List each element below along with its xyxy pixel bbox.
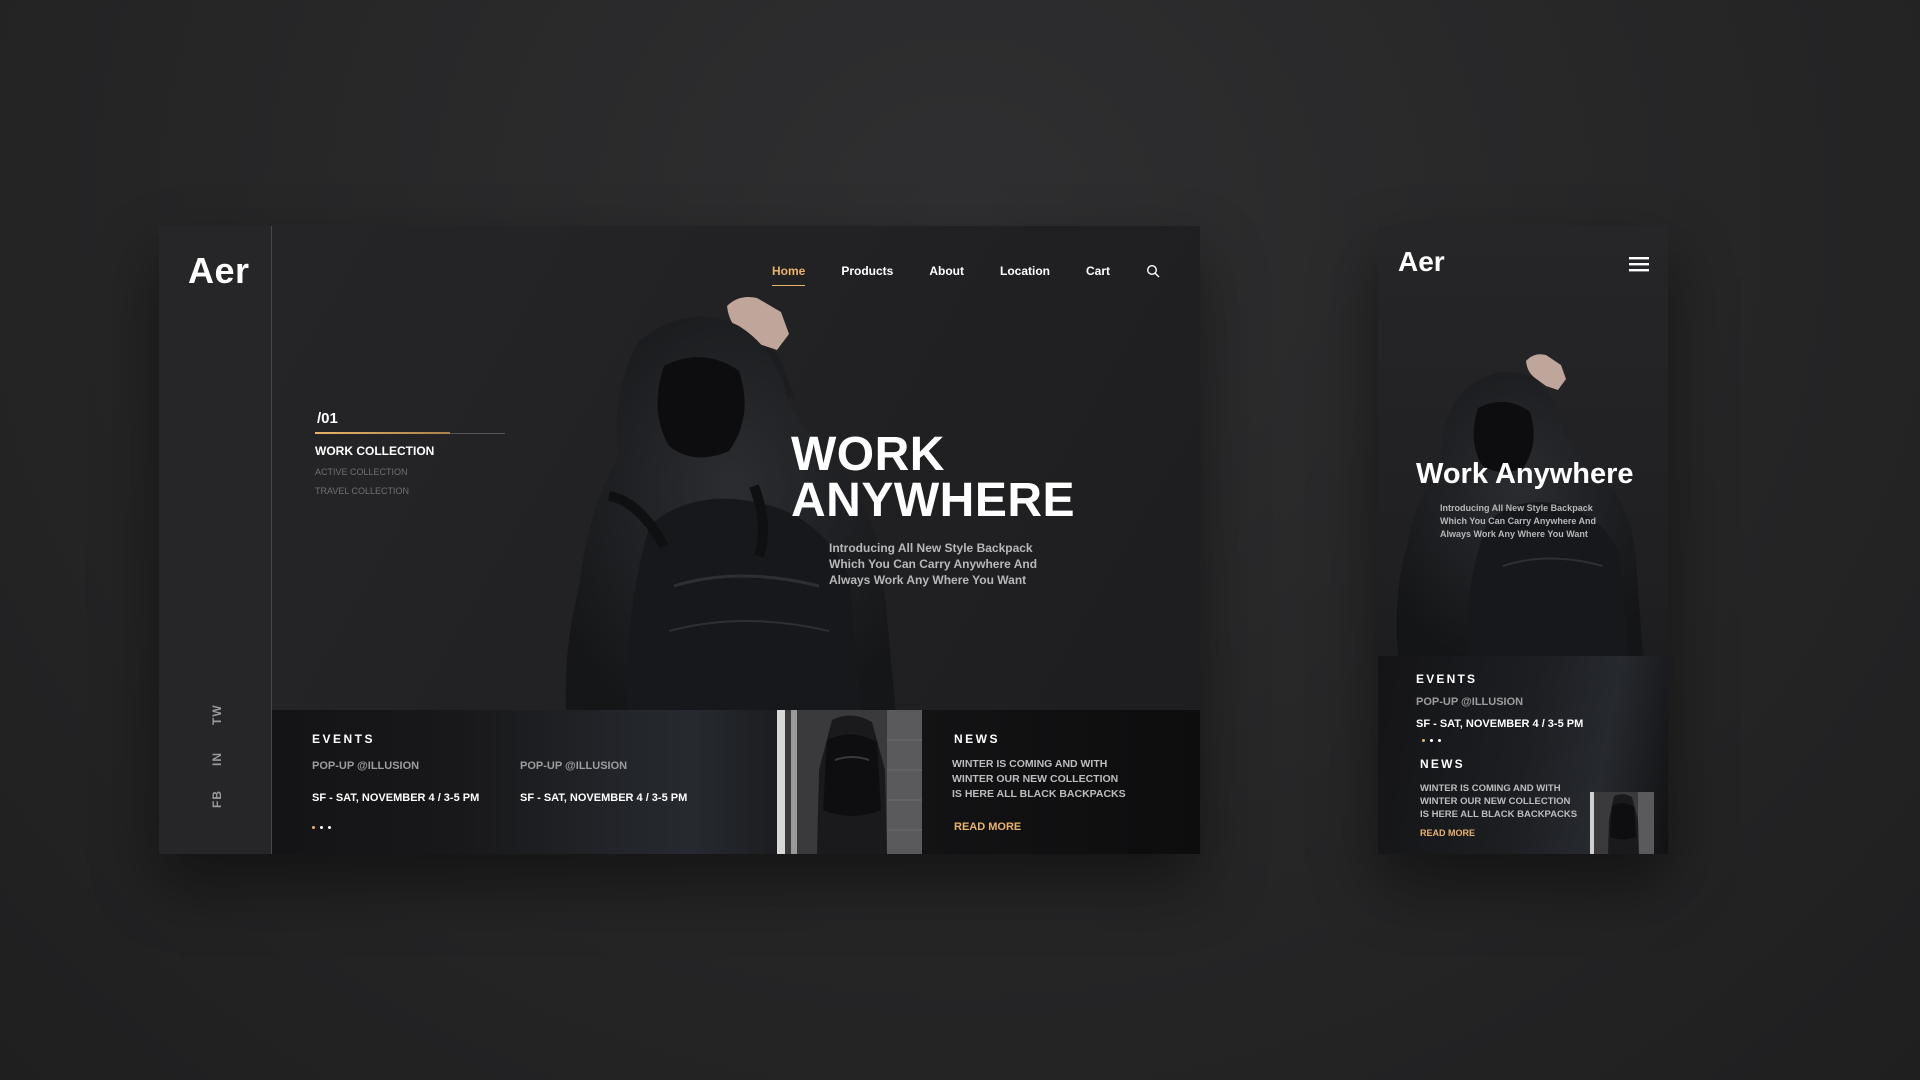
collection-selector: /01 WORK COLLECTION ACTIVE COLLECTION TR…	[315, 410, 505, 496]
social-link-twitter[interactable]: TW	[210, 704, 224, 725]
news-text-line1: WINTER IS COMING AND WITH	[952, 758, 1108, 770]
collection-active[interactable]: ACTIVE COLLECTION	[315, 467, 505, 477]
event-item[interactable]: POP-UP @ILLUSION SF - SAT, NOVEMBER 4 / …	[312, 760, 512, 804]
event-date: SF - SAT, NOVEMBER 4 / 3-5 PM	[1416, 718, 1584, 730]
pagination-dot-active[interactable]	[1422, 739, 1425, 742]
social-link-facebook[interactable]: FB	[210, 789, 224, 809]
collection-index: /01	[315, 410, 505, 434]
event-name[interactable]: POP-UP @ILLUSION	[1416, 696, 1523, 708]
news-text: WINTER IS COMING AND WITH WINTER OUR NEW…	[1420, 782, 1590, 821]
main-nav: Home Products About Location Cart	[771, 264, 1160, 286]
news-title: NEWS	[954, 732, 1000, 746]
news-title: NEWS	[1420, 757, 1465, 771]
hero-subtitle-line2: Which You Can Carry Anywhere And	[1440, 516, 1597, 526]
event-name: POP-UP @ILLUSION	[520, 760, 628, 772]
news-text-line3: IS HERE ALL BLACK BACKPACKS	[1420, 809, 1578, 820]
hamburger-menu-icon[interactable]	[1629, 256, 1649, 272]
search-icon[interactable]	[1146, 264, 1160, 278]
hero-subtitle-line1: Introducing All New Style Backpack	[829, 541, 1033, 555]
left-sidebar: Aer TW IN FB	[159, 226, 272, 854]
hero-headline: Work Anywhere	[1416, 458, 1634, 490]
pagination-dot[interactable]	[328, 826, 331, 829]
news-text: WINTER IS COMING AND WITH WINTER OUR NEW…	[952, 757, 1152, 802]
pagination-dot[interactable]	[1438, 739, 1441, 742]
hero-headline: WORK ANYWHERE	[791, 428, 1076, 527]
nav-about[interactable]: About	[929, 264, 964, 284]
brand-logo[interactable]: Aer	[1398, 246, 1445, 278]
desktop-mockup: Aer TW IN FB Home Products About Locatio…	[159, 226, 1200, 854]
news-text-line2: WINTER OUR NEW COLLECTION	[952, 773, 1119, 785]
hero-headline-line2: ANYWHERE	[791, 474, 1076, 527]
event-date: SF - SAT, NOVEMBER 4 / 3-5 PM	[520, 792, 688, 804]
event-item[interactable]: POP-UP @ILLUSION SF - SAT, NOVEMBER 4 / …	[520, 760, 720, 804]
news-text-line1: WINTER IS COMING AND WITH	[1420, 783, 1561, 794]
collection-work[interactable]: WORK COLLECTION	[315, 444, 505, 458]
pagination-dot[interactable]	[320, 826, 323, 829]
hero-headline-line1: WORK	[791, 428, 945, 481]
pagination-dot[interactable]	[1430, 739, 1433, 742]
news-image	[777, 710, 922, 854]
bottom-panel: EVENTS POP-UP @ILLUSION SF - SAT, NOVEMB…	[1378, 656, 1668, 854]
hero-subtitle-line3: Always Work Any Where You Want	[1440, 529, 1588, 539]
read-more-link[interactable]: READ MORE	[954, 821, 1021, 833]
events-title: EVENTS	[312, 732, 376, 746]
hero-subtitle: Introducing All New Style Backpack Which…	[1440, 502, 1620, 541]
hero-subtitle: Introducing All New Style Backpack Which…	[829, 540, 1059, 588]
brand-logo[interactable]: Aer	[188, 250, 250, 292]
news-image	[1590, 792, 1654, 854]
hero-subtitle-line3: Always Work Any Where You Want	[829, 573, 1027, 587]
event-date: SF - SAT, NOVEMBER 4 / 3-5 PM	[312, 792, 480, 804]
social-link-linkedin[interactable]: IN	[210, 749, 224, 769]
nav-home[interactable]: Home	[771, 264, 806, 286]
events-pagination	[312, 826, 331, 829]
events-title: EVENTS	[1416, 672, 1478, 686]
hero-subtitle-line2: Which You Can Carry Anywhere And	[829, 557, 1038, 571]
read-more-link[interactable]: READ MORE	[1420, 828, 1475, 838]
news-text-line2: WINTER OUR NEW COLLECTION	[1420, 796, 1571, 807]
nav-cart[interactable]: Cart	[1086, 264, 1110, 284]
nav-products[interactable]: Products	[841, 264, 893, 284]
pagination-dot-active[interactable]	[312, 826, 315, 829]
event-name: POP-UP @ILLUSION	[312, 760, 420, 772]
hero-subtitle-line1: Introducing All New Style Backpack	[1440, 503, 1593, 513]
hero-image	[1396, 354, 1643, 656]
news-text-line3: IS HERE ALL BLACK BACKPACKS	[952, 788, 1126, 800]
collection-travel[interactable]: TRAVEL COLLECTION	[315, 486, 505, 496]
nav-location[interactable]: Location	[1000, 264, 1050, 284]
mobile-mockup: Aer Work Anywhere Introducing All New St…	[1378, 226, 1668, 854]
events-pagination	[1422, 739, 1441, 742]
bottom-panel: EVENTS POP-UP @ILLUSION SF - SAT, NOVEMB…	[272, 710, 1200, 854]
